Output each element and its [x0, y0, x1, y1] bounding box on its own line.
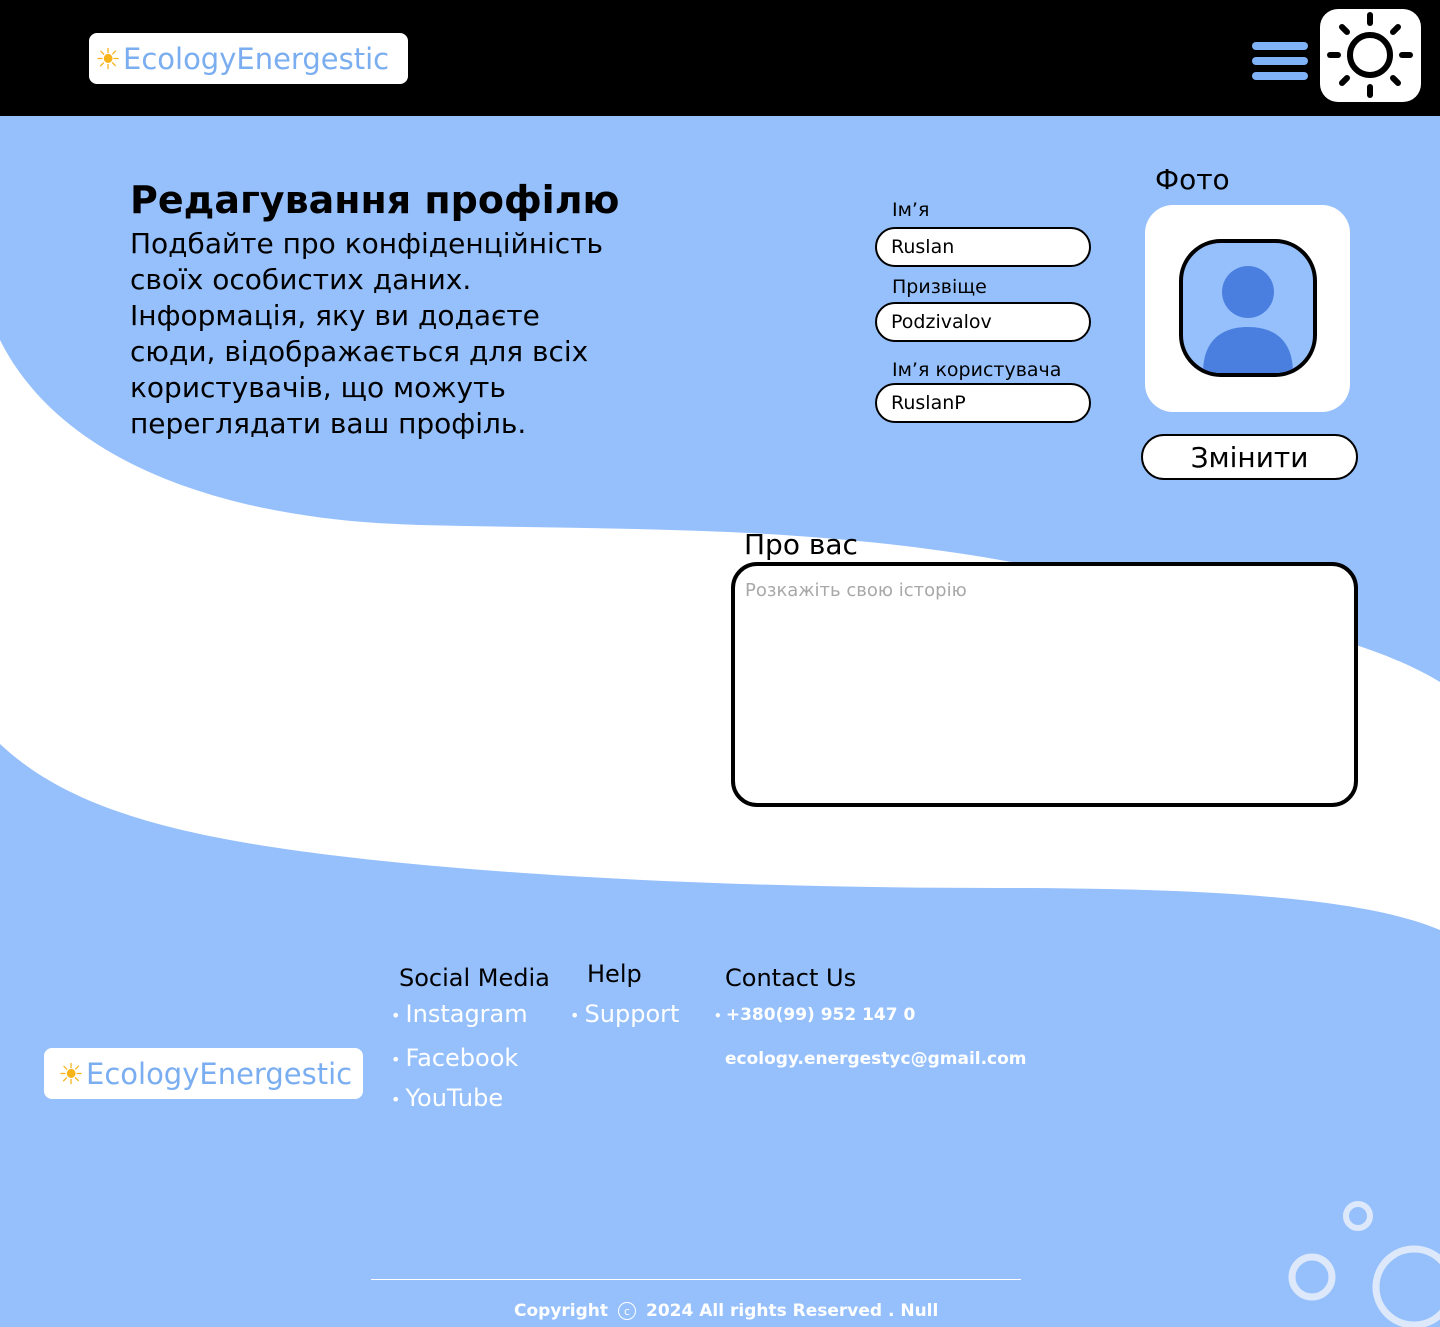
copyright: Copyright c 2024 All rights Reserved . N…: [514, 1301, 939, 1321]
logo-sun-icon: ☀: [58, 1056, 84, 1091]
decorative-bubbles: [1288, 1201, 1440, 1327]
avatar: [1179, 239, 1317, 377]
contact-phone[interactable]: • +380(99) 952 147 0: [714, 1005, 915, 1025]
header-logo[interactable]: ☀ EcologyEnergestic: [89, 33, 408, 84]
last-name-input[interactable]: [875, 302, 1091, 342]
logo-text: EcologyEnergestic: [86, 1056, 353, 1091]
support-link[interactable]: Support: [570, 1000, 680, 1028]
youtube-link[interactable]: YouTube: [391, 1084, 504, 1112]
username-input[interactable]: [875, 383, 1091, 423]
facebook-link[interactable]: Facebook: [391, 1044, 519, 1072]
change-photo-button[interactable]: Змінити: [1141, 434, 1358, 480]
contact-email[interactable]: ecology.energestyc@gmail.com: [725, 1049, 1027, 1069]
help-heading: Help: [587, 960, 642, 988]
user-avatar-icon: [1203, 266, 1293, 373]
first-name-label: Ім’я: [892, 199, 930, 221]
footer-logo[interactable]: ☀ EcologyEnergestic: [44, 1048, 363, 1099]
logo-text: EcologyEnergestic: [123, 41, 390, 76]
page-description: Подбайте про конфіденційність своїх особ…: [130, 227, 604, 440]
instagram-link[interactable]: Instagram: [391, 1000, 528, 1028]
page-title: Редагування профілю: [130, 178, 620, 222]
theme-toggle-button[interactable]: [1320, 9, 1421, 102]
about-label: Про вас: [744, 528, 858, 561]
social-media-heading: Social Media: [399, 964, 550, 992]
footer-divider: [371, 1279, 1021, 1280]
logo-sun-icon: ☀: [95, 41, 121, 76]
copyright-icon: c: [618, 1302, 637, 1320]
first-name-input[interactable]: [875, 227, 1091, 267]
about-textarea[interactable]: [731, 562, 1358, 807]
last-name-label: Призвіще: [892, 276, 987, 298]
sun-icon: [1327, 12, 1413, 98]
photo-label: Фото: [1155, 163, 1230, 196]
username-label: Ім’я користувача: [892, 359, 1062, 381]
hamburger-menu-icon[interactable]: [1252, 42, 1308, 80]
contact-heading: Contact Us: [725, 964, 857, 992]
